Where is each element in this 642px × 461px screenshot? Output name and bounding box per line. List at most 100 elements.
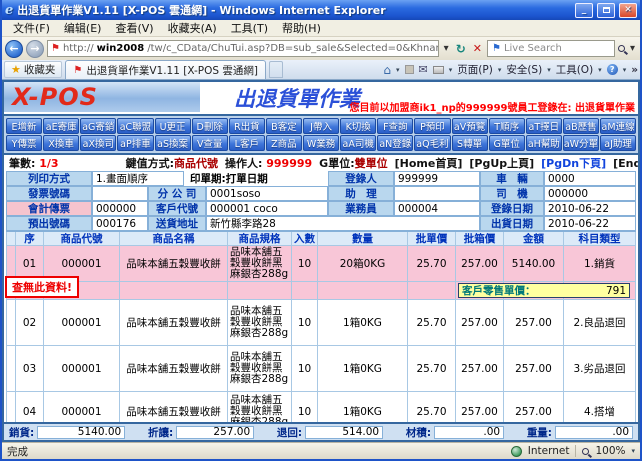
preorder-field[interactable]: 000176 <box>92 216 148 231</box>
header-product-spec: 商品規格 <box>228 232 292 246</box>
home-dropdown-icon[interactable]: ▾ <box>396 66 400 74</box>
btn-send-stock[interactable]: aE寄庫 <box>43 118 79 134</box>
safety-menu[interactable]: 安全(S) <box>506 62 542 77</box>
forward-button[interactable]: → <box>26 40 44 58</box>
back-button[interactable]: ← <box>5 40 23 58</box>
register-date-field[interactable]: 2010-06-22 <box>544 201 636 216</box>
login-user-field[interactable]: 999999 <box>394 171 480 186</box>
home-icon[interactable]: ⌂ <box>383 63 391 77</box>
nav-pgdn-hint[interactable]: [PgDn下頁] <box>541 155 606 171</box>
btn-login[interactable]: aN登錄 <box>377 135 413 151</box>
btn-change-vehicle[interactable]: X換車 <box>43 135 79 151</box>
btn-change-driver[interactable]: aX換司 <box>80 135 116 151</box>
search-input[interactable]: ⚑ Live Search <box>487 40 615 57</box>
table-row[interactable]: 01 000001 品味本舖五穀豐收餅 品味本舖五穀豐收餅黑麻銀杏288g 10… <box>6 246 636 282</box>
btn-assistant[interactable]: aJ助理 <box>600 135 636 151</box>
btn-correct[interactable]: U更正 <box>155 118 191 134</box>
mail-icon[interactable]: ✉ <box>419 63 428 76</box>
btn-preview[interactable]: aV預覽 <box>452 118 488 134</box>
cell-product-spec: 品味本舖五穀豐收餅黑麻銀杏288g <box>228 300 292 346</box>
menu-tools[interactable]: 工具(T) <box>225 20 274 36</box>
tools-menu[interactable]: 工具(O) <box>556 62 593 77</box>
search-icon[interactable] <box>618 45 625 52</box>
row-select-cell[interactable] <box>6 346 16 392</box>
search-dropdown-icon[interactable]: ▾ <box>628 43 637 54</box>
btn-import[interactable]: J帶入 <box>303 118 339 134</box>
sales-rep-field[interactable]: 000004 <box>394 201 480 216</box>
menu-file[interactable]: 文件(F) <box>7 20 56 36</box>
menu-favorites[interactable]: 收藏夹(A) <box>162 20 223 36</box>
btn-pick-date[interactable]: aT擇日 <box>526 118 562 134</box>
table-row[interactable]: 03 000001 品味本舖五穀豐收餅 品味本舖五穀豐收餅黑麻銀杏288g 10… <box>6 346 636 392</box>
zoom-icon[interactable] <box>582 448 589 455</box>
btn-voucher[interactable]: Y傳票 <box>6 135 42 151</box>
new-tab-button[interactable] <box>269 61 283 78</box>
print-icon[interactable] <box>433 66 444 74</box>
print-mode-field[interactable]: 1.畫面順序 <box>92 171 184 186</box>
invoice-field[interactable] <box>92 186 148 201</box>
menu-edit[interactable]: 编辑(E) <box>58 20 108 36</box>
maximize-button[interactable] <box>597 3 615 18</box>
close-button[interactable]: ✕ <box>619 3 637 18</box>
btn-switch[interactable]: K切換 <box>340 118 376 134</box>
btn-delete[interactable]: D刪除 <box>192 118 228 134</box>
address-input[interactable]: ⚑ http://win2008/tw/c_CData/ChuTui.asp?D… <box>47 40 439 57</box>
table-row[interactable]: 02 000001 品味本舖五穀豐收餅 品味本舖五穀豐收餅黑麻銀杏288g 10… <box>6 300 636 346</box>
table-row[interactable]: 04 000001 品味本舖五穀豐收餅 品味本舖五穀豐收餅黑麻銀杏288g 10… <box>6 392 636 422</box>
btn-query[interactable]: F查詢 <box>377 118 413 134</box>
refresh-icon[interactable]: ↻ <box>454 42 468 56</box>
btn-alliance[interactable]: aC聯盟 <box>117 118 153 134</box>
btn-help[interactable]: aH幫助 <box>526 135 562 151</box>
menu-help[interactable]: 帮助(H) <box>276 20 327 36</box>
btn-customer[interactable]: L客戶 <box>229 135 265 151</box>
help-dropdown-icon[interactable]: ▾ <box>623 66 627 74</box>
btn-schedule-vehicle[interactable]: aP排車 <box>117 135 153 151</box>
btn-transfer[interactable]: S轉單 <box>452 135 488 151</box>
nav-home-hint[interactable]: [Home首頁] <box>395 155 463 171</box>
btn-change-case[interactable]: aS換案 <box>155 135 191 151</box>
btn-product[interactable]: Z商品 <box>266 135 302 151</box>
row-select-cell[interactable] <box>6 392 16 422</box>
favorites-button[interactable]: ★ 收藏夹 <box>4 61 62 78</box>
toolbar-overflow-chevron[interactable]: » <box>631 64 638 76</box>
btn-add-new[interactable]: E增新 <box>6 118 42 134</box>
print-dropdown-icon[interactable]: ▾ <box>449 66 453 74</box>
btn-customer-set[interactable]: B客定 <box>266 118 302 134</box>
btn-check-qty[interactable]: V查量 <box>192 135 228 151</box>
zoom-level[interactable]: 100% <box>595 445 625 457</box>
btn-sales-rep[interactable]: W業務 <box>303 135 339 151</box>
btn-unit[interactable]: G單位 <box>489 135 525 151</box>
ship-date-field[interactable]: 2010-06-22 <box>544 216 636 231</box>
driver-field[interactable]: 000000 <box>544 186 636 201</box>
btn-consign[interactable]: aG寄銷 <box>80 118 116 134</box>
cell-pack-qty: 10 <box>292 346 318 392</box>
btn-ship[interactable]: R出貨 <box>229 118 265 134</box>
total-sales-value: 5140.00 <box>37 426 125 439</box>
address-dropdown-icon[interactable]: ▾ <box>442 43 451 54</box>
zoom-dropdown-icon[interactable]: ▾ <box>631 447 635 455</box>
nav-end-hint[interactable]: [End尾頁] <box>613 155 640 171</box>
btn-split-order[interactable]: aW分單 <box>563 135 599 151</box>
btn-history-sales[interactable]: aB歷售 <box>563 118 599 134</box>
row-select-cell[interactable] <box>6 300 16 346</box>
btn-connect[interactable]: aM連線 <box>600 118 636 134</box>
nav-pgup-hint[interactable]: [PgUp上頁] <box>469 155 534 171</box>
menu-view[interactable]: 查看(V) <box>109 20 159 36</box>
feed-icon[interactable] <box>405 65 414 74</box>
customer-code-field[interactable]: 000001 coco <box>206 201 328 216</box>
delivery-address-field[interactable]: 新竹縣李路28 <box>206 216 480 231</box>
tab-active[interactable]: ⚑ 出退貨單作業V1.11 [X-POS 雲通網] <box>65 60 266 79</box>
branch-field[interactable]: 0001soso <box>206 186 328 201</box>
minimize-button[interactable]: _ <box>575 3 593 18</box>
btn-order[interactable]: T順序 <box>489 118 525 134</box>
help-icon[interactable]: ? <box>607 64 618 75</box>
btn-preprint[interactable]: P預印 <box>414 118 450 134</box>
cell-product-name: 品味本舖五穀豐收餅 <box>120 392 228 422</box>
btn-driver[interactable]: aA司機 <box>340 135 376 151</box>
vehicle-field[interactable]: 0000 <box>544 171 636 186</box>
voucher-field[interactable]: 000000 <box>92 201 148 216</box>
page-menu[interactable]: 页面(P) <box>457 62 493 77</box>
stop-icon[interactable]: ✕ <box>471 42 484 55</box>
btn-margin[interactable]: aQ毛利 <box>414 135 450 151</box>
assistant-field[interactable] <box>394 186 480 201</box>
